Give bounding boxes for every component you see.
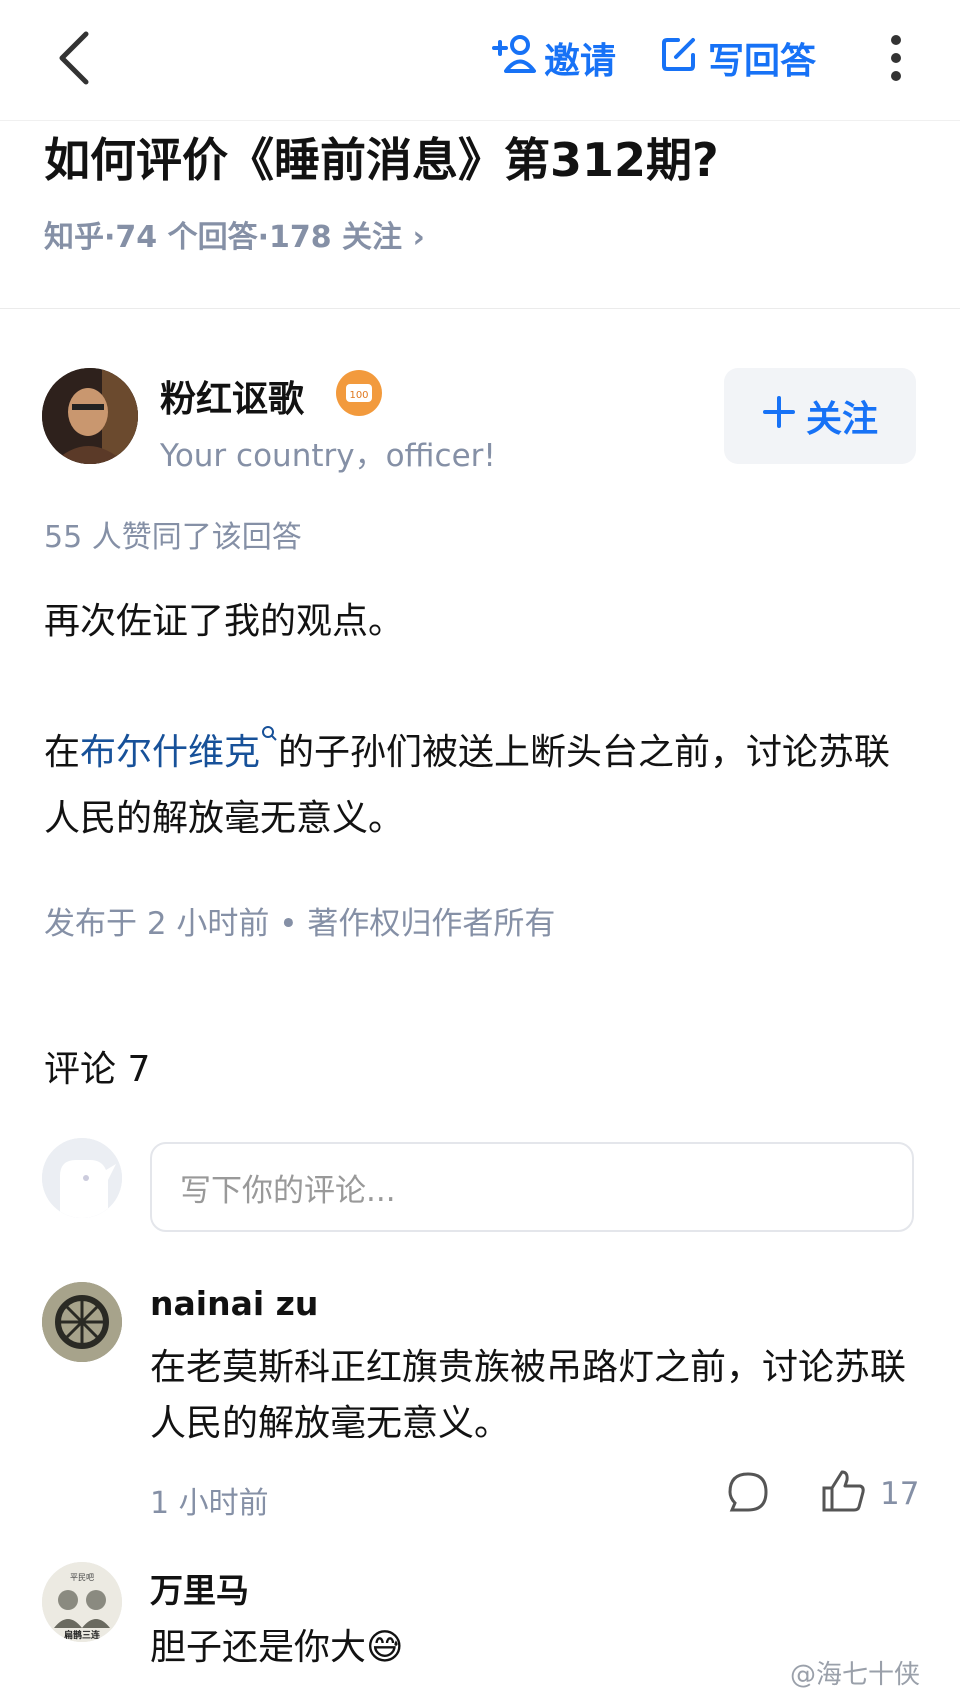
svg-text:平民吧: 平民吧 [70,1573,94,1582]
author-badge-icon: 100 [336,370,382,416]
commenter-name[interactable]: 万里马 [150,1564,249,1612]
commenter-avatar[interactable]: 平民吧 扁鹊三连 [42,1562,122,1642]
publish-info: 发布于 2 小时前 • 著作权归作者所有 [44,906,556,942]
edit-icon [660,35,698,82]
invite-label: 邀请 [544,41,617,82]
author-name[interactable]: 粉红讴歌 [160,370,304,422]
question-meta[interactable]: 知乎·74 个回答·178 关注 › [44,212,425,256]
search-icon [262,726,277,741]
vote-count: 55 人赞同了该回答 [44,520,302,555]
comments-title: 评论 7 [44,1049,151,1090]
invite-user-icon [492,34,538,83]
comment-time: 1 小时前 [150,1486,269,1521]
comment-text: 在老莫斯科正红旗贵族被吊路灯之前，讨论苏联人民的解放毫无意义。 [150,1347,907,1444]
watermark: @海七十侠 [790,1660,921,1690]
invite-button[interactable]: 邀请 [492,34,616,82]
follow-button[interactable]: 关注 [724,368,916,464]
answer-paragraph: 再次佐证了我的观点。 [44,601,405,642]
answer-paragraph: 在布尔什维克 的子孙们被送上断头台之前，讨论苏联人民的解放毫无意义。 [44,720,924,852]
back-icon[interactable] [52,30,96,86]
author-bio: Your country，officer! [160,438,496,474]
like-count: 17 [880,1476,920,1512]
follow-label: 关注 [805,399,878,440]
write-answer-label: 写回答 [708,41,817,82]
svg-text:100: 100 [349,390,368,401]
more-icon[interactable] [880,32,912,84]
commenter-avatar[interactable] [42,1282,122,1362]
question-title[interactable]: 如何评价《睡前消息》第312期? [44,124,719,190]
author-avatar[interactable] [42,368,138,464]
commenter-name[interactable]: nainai zu [150,1284,318,1323]
write-answer-button[interactable]: 写回答 [660,34,816,82]
divider [0,308,960,309]
comment-input[interactable]: 写下你的评论... [150,1142,914,1232]
answer-text: 在 [44,732,81,773]
topic-link[interactable]: 布尔什维克 [80,732,260,773]
plus-icon [762,395,796,438]
my-avatar [42,1138,122,1218]
like-icon[interactable] [820,1468,866,1514]
svg-text:扁鹊三连: 扁鹊三连 [64,1629,101,1641]
reply-icon[interactable] [726,1470,770,1514]
